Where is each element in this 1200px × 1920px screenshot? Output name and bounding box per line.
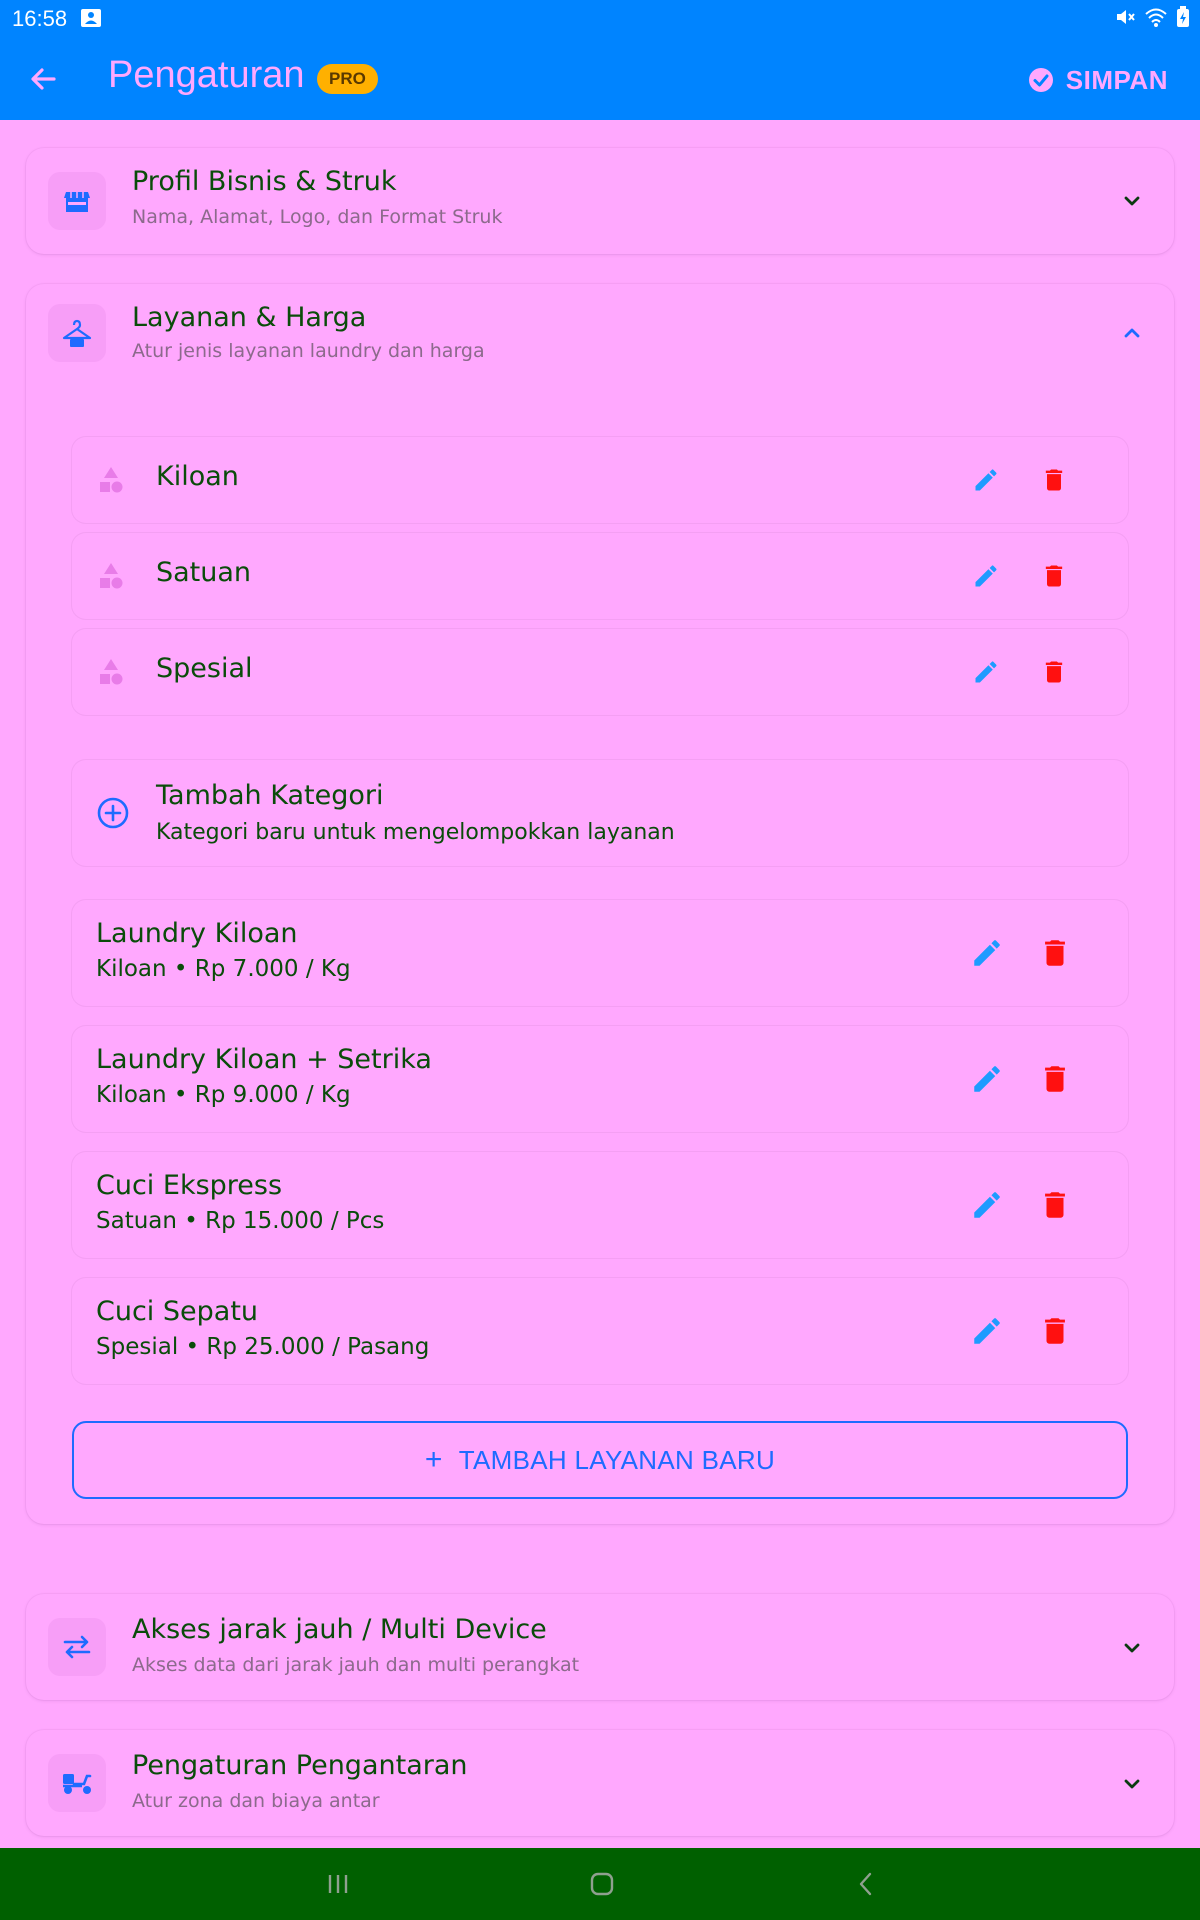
section-icon-bg — [48, 1754, 106, 1812]
section-subtitle: Atur jenis layanan laundry dan harga — [132, 340, 485, 362]
plus-icon: + — [424, 1443, 443, 1476]
edit-icon[interactable] — [972, 658, 1000, 686]
add-category-subtitle: Kategori baru untuk mengelompokkan layan… — [156, 820, 675, 845]
hanger-icon — [62, 319, 92, 347]
swap-icon — [63, 1635, 91, 1659]
section-icon-bg — [48, 1618, 106, 1676]
arrow-back-icon — [31, 68, 56, 90]
section-remote-access[interactable]: Akses jarak jauh / Multi Device Akses da… — [26, 1594, 1174, 1700]
system-nav-bar — [0, 1848, 1200, 1920]
notification-icon — [81, 9, 101, 27]
back-nav-button[interactable] — [846, 1866, 886, 1902]
section-title: Pengaturan Pengantaran — [132, 1750, 468, 1781]
add-service-button[interactable]: + TAMBAH LAYANAN BARU — [72, 1421, 1128, 1499]
delete-icon[interactable] — [1038, 1188, 1072, 1222]
battery-icon — [1177, 6, 1189, 27]
store-icon — [64, 192, 90, 212]
delete-icon[interactable] — [1040, 466, 1068, 494]
chevron-down-icon — [1124, 1643, 1140, 1653]
home-button[interactable] — [582, 1866, 622, 1902]
add-service-label: TAMBAH LAYANAN BARU — [458, 1444, 776, 1475]
category-shapes-icon — [100, 563, 123, 589]
add-category-button[interactable]: Tambah Kategori Kategori baru untuk meng… — [72, 760, 1128, 866]
status-icons — [1114, 6, 1190, 28]
section-subtitle: Nama, Alamat, Logo, dan Format Struk — [132, 206, 503, 228]
recents-button[interactable] — [318, 1866, 358, 1902]
category-shapes-icon — [100, 467, 123, 493]
category-row-spesial[interactable]: Spesial — [72, 629, 1128, 715]
save-button[interactable]: SIMPAN — [1028, 60, 1168, 100]
section-icon-bg — [48, 172, 106, 230]
delete-icon[interactable] — [1040, 658, 1068, 686]
wifi-icon — [1145, 8, 1167, 27]
add-category-title: Tambah Kategori — [156, 780, 384, 811]
section-title: Akses jarak jauh / Multi Device — [132, 1614, 547, 1645]
section-title: Layanan & Harga — [132, 302, 367, 333]
back-chevron-icon — [859, 1872, 872, 1896]
mute-icon — [1117, 10, 1135, 24]
scooter-icon — [63, 1774, 92, 1794]
delete-icon[interactable] — [1038, 1062, 1072, 1096]
service-row[interactable]: Laundry Kiloan + Setrika Kiloan • Rp 9.0… — [72, 1026, 1128, 1132]
edit-icon[interactable] — [970, 1188, 1004, 1222]
edit-icon[interactable] — [972, 466, 1000, 494]
service-row[interactable]: Cuci Sepatu Spesial • Rp 25.000 / Pasang — [72, 1278, 1128, 1384]
chevron-down-icon — [1124, 196, 1140, 206]
expand-button[interactable] — [1116, 1768, 1148, 1800]
recents-icon — [328, 1875, 348, 1893]
section-icon-bg — [48, 304, 106, 362]
category-label: Spesial — [156, 653, 253, 684]
app-bar: Pengaturan PRO SIMPAN — [0, 38, 1200, 120]
category-shapes-icon — [100, 659, 123, 685]
service-detail: Satuan • Rp 15.000 / Pcs — [96, 1208, 385, 1234]
save-label: SIMPAN — [1065, 64, 1168, 95]
page-title: Pengaturan — [108, 54, 305, 96]
service-row[interactable]: Laundry Kiloan Kiloan • Rp 7.000 / Kg — [72, 900, 1128, 1006]
section-subtitle: Atur zona dan biaya antar — [132, 1790, 380, 1812]
service-name: Laundry Kiloan — [96, 918, 298, 949]
add-circle-icon — [97, 797, 129, 829]
section-title: Profil Bisnis & Struk — [132, 166, 397, 197]
edit-icon[interactable] — [970, 1314, 1004, 1348]
check-circle-icon — [1028, 68, 1053, 92]
category-label: Satuan — [156, 557, 252, 588]
service-row[interactable]: Cuci Ekspress Satuan • Rp 15.000 / Pcs — [72, 1152, 1128, 1258]
chevron-up-icon — [1124, 328, 1140, 338]
section-profile[interactable]: Profil Bisnis & Struk Nama, Alamat, Logo… — [26, 148, 1174, 254]
service-name: Cuci Sepatu — [96, 1296, 259, 1327]
service-name: Cuci Ekspress — [96, 1170, 283, 1201]
service-detail: Spesial • Rp 25.000 / Pasang — [96, 1334, 430, 1360]
pro-badge: PRO — [317, 64, 378, 94]
home-icon — [590, 1872, 614, 1896]
status-time: 16:58 — [12, 6, 68, 31]
delete-icon[interactable] — [1038, 1314, 1072, 1348]
service-detail: Kiloan • Rp 9.000 / Kg — [96, 1082, 351, 1108]
category-row-satuan[interactable]: Satuan — [72, 533, 1128, 619]
category-row-kiloan[interactable]: Kiloan — [72, 437, 1128, 523]
category-label: Kiloan — [156, 461, 239, 492]
expand-button[interactable] — [1116, 185, 1148, 217]
section-delivery[interactable]: Pengaturan Pengantaran Atur zona dan bia… — [26, 1730, 1174, 1836]
edit-icon[interactable] — [970, 936, 1004, 970]
back-button[interactable] — [22, 58, 64, 100]
edit-icon[interactable] — [972, 562, 1000, 590]
status-bar: 16:58 — [0, 0, 1200, 38]
collapse-button[interactable] — [1116, 317, 1148, 349]
expand-button[interactable] — [1116, 1632, 1148, 1664]
delete-icon[interactable] — [1038, 936, 1072, 970]
service-name: Laundry Kiloan + Setrika — [96, 1044, 432, 1075]
edit-icon[interactable] — [970, 1062, 1004, 1096]
section-subtitle: Akses data dari jarak jauh dan multi per… — [132, 1654, 580, 1676]
service-detail: Kiloan • Rp 7.000 / Kg — [96, 956, 351, 982]
delete-icon[interactable] — [1040, 562, 1068, 590]
chevron-down-icon — [1124, 1779, 1140, 1789]
